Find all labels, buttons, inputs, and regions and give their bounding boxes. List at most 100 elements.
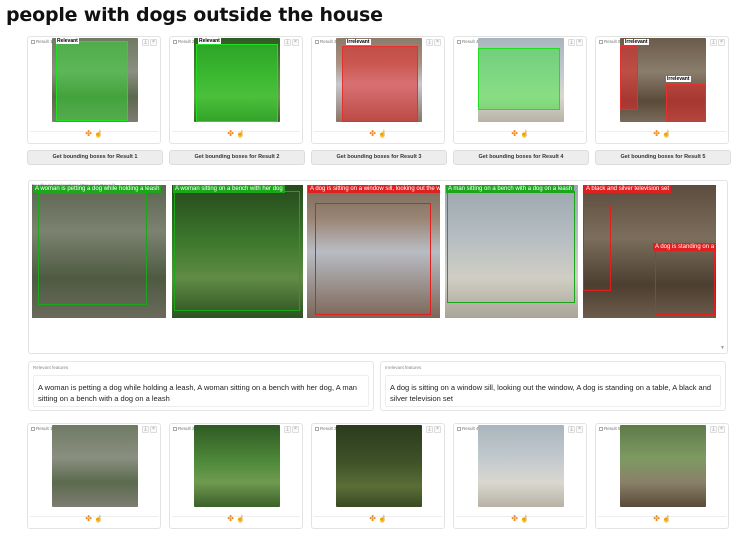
close-icon[interactable]: × — [150, 39, 157, 46]
image-icon — [599, 426, 603, 431]
result-thumbnail[interactable]: Irrelevant — [336, 38, 422, 122]
relevance-overlay — [56, 41, 128, 121]
bounding-box — [447, 191, 575, 303]
hand-pointer-icon[interactable]: ☝ — [378, 516, 387, 523]
mark-relevant-icon[interactable]: ✤ — [653, 129, 660, 138]
hand-pointer-icon[interactable]: ☝ — [662, 131, 671, 138]
feedback-controls: ✤ ☝ — [170, 515, 302, 524]
hand-pointer-icon[interactable]: ☝ — [662, 516, 671, 523]
get-bounding-boxes-button-2[interactable]: Get bounding boxes for Result 2 — [169, 150, 305, 165]
result-thumbnail[interactable] — [336, 425, 422, 507]
mark-relevant-icon[interactable]: ✤ — [85, 514, 92, 523]
explanation-caption: A woman sitting on a bench with her dog — [173, 185, 285, 193]
card-controls: ⤓ × — [284, 39, 299, 46]
bounding-box — [38, 193, 147, 305]
download-icon[interactable]: ⤓ — [142, 39, 149, 46]
result-thumbnail[interactable] — [478, 38, 564, 122]
feedback-controls: ✤ ☝ — [312, 130, 444, 139]
close-icon[interactable]: × — [292, 426, 299, 433]
explanation-image-3[interactable]: A dog is sitting on a window sill, looki… — [307, 185, 440, 318]
get-bounding-boxes-button-1[interactable]: Get bounding boxes for Result 1 — [27, 150, 163, 165]
explanation-caption-secondary: A dog is standing on a table — [653, 243, 716, 251]
close-icon[interactable]: × — [576, 39, 583, 46]
hand-pointer-icon[interactable]: ☝ — [520, 131, 529, 138]
download-icon[interactable]: ⤓ — [142, 426, 149, 433]
mark-relevant-icon[interactable]: ✤ — [369, 129, 376, 138]
download-icon[interactable]: ⤓ — [710, 39, 717, 46]
result-thumbnail[interactable]: Relevant — [194, 38, 280, 122]
result-label-text: Result 3 — [320, 426, 337, 431]
mark-relevant-icon[interactable]: ✤ — [511, 129, 518, 138]
hand-pointer-icon[interactable]: ☝ — [94, 131, 103, 138]
next_results-card-3: Result 3 ⤓ × ✤ ☝ — [311, 423, 445, 529]
card-controls: ⤓ × — [426, 39, 441, 46]
download-icon[interactable]: ⤓ — [568, 39, 575, 46]
image-icon — [315, 426, 319, 431]
get-bounding-boxes-button-5[interactable]: Get bounding boxes for Result 5 — [595, 150, 731, 165]
download-icon[interactable]: ⤓ — [284, 426, 291, 433]
result-thumbnail[interactable]: Relevant — [52, 38, 138, 122]
hand-pointer-icon[interactable]: ☝ — [520, 516, 529, 523]
close-icon[interactable]: × — [434, 39, 441, 46]
download-icon[interactable]: ⤓ — [568, 426, 575, 433]
explanation-image-4[interactable]: A man sitting on a bench with a dog on a… — [445, 185, 578, 318]
image-icon — [31, 39, 35, 44]
card-controls: ⤓ × — [710, 39, 725, 46]
download-icon[interactable]: ⤓ — [710, 426, 717, 433]
result-label: Result 5 — [599, 39, 621, 44]
hand-pointer-icon[interactable]: ☝ — [236, 131, 245, 138]
result-label: Result 5 — [599, 426, 621, 431]
card-controls: ⤓ × — [710, 426, 725, 433]
mark-relevant-icon[interactable]: ✤ — [511, 514, 518, 523]
get-bounding-boxes-button-3[interactable]: Get bounding boxes for Result 3 — [311, 150, 447, 165]
bounding-box — [174, 191, 300, 311]
result-label: Result 4 — [457, 426, 479, 431]
hand-pointer-icon[interactable]: ☝ — [378, 131, 387, 138]
close-icon[interactable]: × — [576, 426, 583, 433]
explanation-image-2[interactable]: A woman sitting on a bench with her dog — [172, 185, 303, 318]
close-icon[interactable]: × — [150, 426, 157, 433]
mark-relevant-icon[interactable]: ✤ — [369, 514, 376, 523]
hand-pointer-icon[interactable]: ☝ — [236, 516, 245, 523]
result-thumbnail[interactable] — [478, 425, 564, 507]
explanation-caption: A man sitting on a bench with a dog on a… — [446, 185, 575, 193]
image-icon — [457, 39, 461, 44]
explanation-caption: A dog is sitting on a window sill, looki… — [308, 185, 440, 193]
explanation-image-5[interactable]: A black and silver television set A dog i… — [583, 185, 716, 318]
result-thumbnail[interactable]: Irrelevant Irrelevant — [620, 38, 706, 122]
query-title: people with dogs outside the house — [6, 4, 383, 26]
mark-relevant-icon[interactable]: ✤ — [85, 129, 92, 138]
relevance-overlay — [620, 46, 638, 110]
relevance-tag: Irrelevant — [624, 39, 649, 45]
irrelevant-features-text[interactable]: A dog is sitting on a window sill, looki… — [385, 375, 721, 407]
scroll-down-icon[interactable]: ▼ — [720, 345, 725, 351]
mark-relevant-icon[interactable]: ✤ — [227, 514, 234, 523]
get-bounding-boxes-button-4[interactable]: Get bounding boxes for Result 4 — [453, 150, 589, 165]
result-thumbnail[interactable] — [194, 425, 280, 507]
relevance-overlay — [666, 84, 706, 122]
feedback-controls: ✤ ☝ — [454, 515, 586, 524]
mark-relevant-icon[interactable]: ✤ — [653, 514, 660, 523]
feedback-controls: ✤ ☝ — [28, 515, 160, 524]
result-label-text: Result 3 — [320, 39, 337, 44]
close-icon[interactable]: × — [718, 39, 725, 46]
download-icon[interactable]: ⤓ — [426, 426, 433, 433]
result-label-text: Result 4 — [462, 426, 479, 431]
relevant-features-text[interactable]: A woman is petting a dog while holding a… — [33, 375, 369, 407]
close-icon[interactable]: × — [292, 39, 299, 46]
explanation-image-1[interactable]: A woman is petting a dog while holding a… — [32, 185, 166, 318]
result-thumbnail[interactable] — [52, 425, 138, 507]
mark-relevant-icon[interactable]: ✤ — [227, 129, 234, 138]
hand-pointer-icon[interactable]: ☝ — [94, 516, 103, 523]
result-label-text: Result 2 — [178, 426, 195, 431]
close-icon[interactable]: × — [434, 426, 441, 433]
feedback-controls: ✤ ☝ — [312, 515, 444, 524]
next_results-card-2: Result 2 ⤓ × ✤ ☝ — [169, 423, 303, 529]
feedback-controls: ✤ ☝ — [596, 130, 728, 139]
next_results-card-1: Result 1 ⤓ × ✤ ☝ — [27, 423, 161, 529]
download-icon[interactable]: ⤓ — [426, 39, 433, 46]
result-thumbnail[interactable] — [620, 425, 706, 507]
close-icon[interactable]: × — [718, 426, 725, 433]
card-controls: ⤓ × — [568, 426, 583, 433]
download-icon[interactable]: ⤓ — [284, 39, 291, 46]
